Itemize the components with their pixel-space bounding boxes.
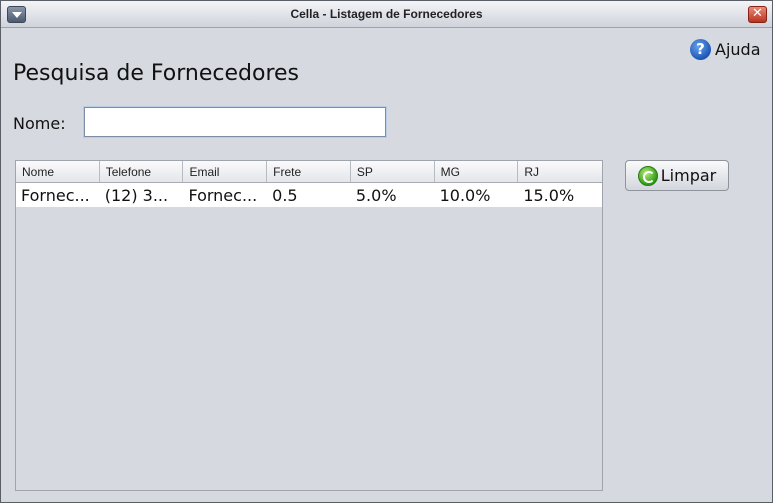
- table-row[interactable]: Fornec... (12) 3... Fornec... 0.5 5.0% 1…: [16, 183, 602, 207]
- clear-button[interactable]: Limpar: [625, 160, 729, 191]
- suppliers-table[interactable]: Nome Telefone Email Frete SP MG RJ Forne…: [15, 160, 603, 491]
- page-title: Pesquisa de Fornecedores: [13, 61, 300, 86]
- name-label: Nome:: [13, 114, 66, 133]
- window-title: Cella - Listagem de Fornecedores: [290, 7, 483, 21]
- column-header-rj[interactable]: RJ: [518, 161, 602, 182]
- column-header-nome[interactable]: Nome: [16, 161, 100, 182]
- help-button[interactable]: ? Ajuda: [690, 38, 761, 60]
- close-icon[interactable]: ✕: [748, 6, 767, 23]
- column-header-sp[interactable]: SP: [351, 161, 435, 182]
- column-header-frete[interactable]: Frete: [267, 161, 351, 182]
- help-icon: ?: [690, 38, 711, 60]
- table-header: Nome Telefone Email Frete SP MG RJ: [16, 161, 602, 183]
- column-header-telefone[interactable]: Telefone: [100, 161, 184, 182]
- table-cell[interactable]: 0.5: [267, 183, 351, 207]
- column-header-mg[interactable]: MG: [435, 161, 519, 182]
- column-header-email[interactable]: Email: [183, 161, 268, 182]
- main-panel: ? Ajuda Pesquisa de Fornecedores Nome: N…: [6, 28, 769, 499]
- table-cell[interactable]: 5.0%: [351, 183, 435, 207]
- table-cell[interactable]: Fornec...: [183, 183, 267, 207]
- title-bar: Cella - Listagem de Fornecedores ✕: [1, 1, 772, 28]
- table-cell[interactable]: 10.0%: [435, 183, 519, 207]
- table-cell[interactable]: Fornec...: [16, 183, 100, 207]
- table-cell[interactable]: 15.0%: [518, 183, 602, 207]
- help-label: Ajuda: [715, 39, 761, 59]
- clear-button-label: Limpar: [660, 166, 717, 185]
- name-search-input[interactable]: [84, 107, 386, 137]
- table-cell[interactable]: (12) 3...: [100, 183, 184, 207]
- app-window: Cella - Listagem de Fornecedores ✕ ? Aju…: [0, 0, 773, 503]
- refresh-icon: [637, 165, 658, 186]
